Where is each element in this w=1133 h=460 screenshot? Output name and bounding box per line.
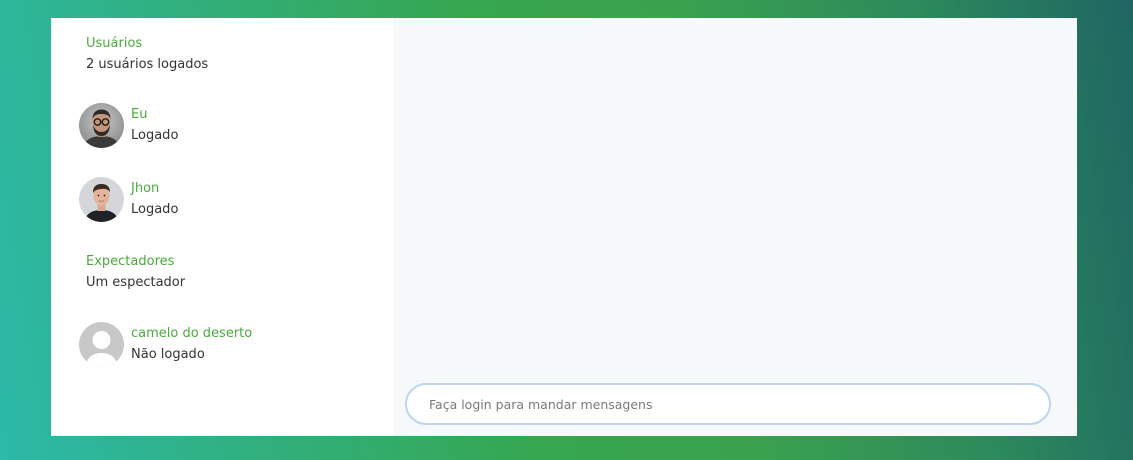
main-panel: Usuários 2 usuários logados Eu Logado Jh… [51, 18, 1077, 436]
users-section-title: Usuários [86, 36, 143, 51]
user-status: Logado [131, 128, 179, 143]
user-name: Eu [131, 107, 148, 122]
user-status: Logado [131, 202, 179, 217]
users-count-label: 2 usuários logados [86, 57, 209, 72]
sidebar: Usuários 2 usuários logados Eu Logado Jh… [51, 18, 393, 436]
default-user-avatar-icon [79, 322, 124, 367]
users-section-header: Usuários 2 usuários logados [86, 35, 208, 74]
spectators-count-label: Um espectador [86, 275, 186, 290]
user-item-jhon[interactable]: Jhon Logado [79, 177, 178, 222]
user-name: Jhon [131, 181, 160, 196]
user-info: Eu Logado [131, 106, 178, 145]
user-info: Jhon Logado [131, 180, 178, 219]
user-status: Não logado [131, 347, 205, 362]
user-item-eu[interactable]: Eu Logado [79, 103, 178, 148]
spectators-section-title: Expectadores [86, 254, 175, 269]
bearded-man-glasses-avatar-icon [79, 103, 124, 148]
chat-area [393, 18, 1077, 436]
young-man-avatar-icon [79, 177, 124, 222]
message-input[interactable] [405, 383, 1051, 425]
spectator-item-camelo[interactable]: camelo do deserto Não logado [79, 322, 252, 367]
spectators-section-header: Expectadores Um espectador [86, 253, 185, 292]
user-info: camelo do deserto Não logado [131, 325, 252, 364]
user-name: camelo do deserto [131, 326, 253, 341]
